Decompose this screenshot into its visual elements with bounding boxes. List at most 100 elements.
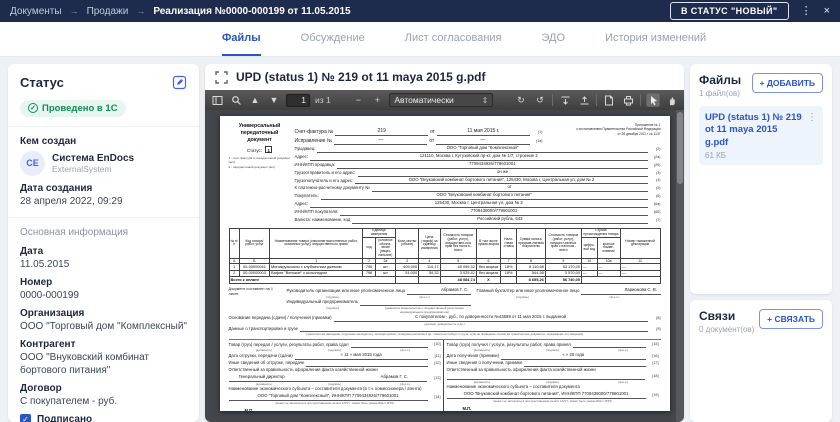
set-status-new-button[interactable]: В СТАТУС "НОВЫЙ" — [670, 2, 789, 20]
pdf-page: Универсальный передаточный документ Стат… — [220, 116, 670, 411]
upd-signatures: Документ составлен на 1 листе Руководите… — [229, 287, 661, 411]
zoom-in-icon[interactable]: + — [370, 93, 384, 107]
fit-width-icon[interactable] — [577, 93, 591, 107]
invoice-number-line: Счет-фактура № 219 от 11 мая 2015 г. (1) — [295, 127, 543, 136]
select-arrows-icon: ⇕ — [482, 96, 489, 105]
status-badge-label: Проведено в 1С — [42, 103, 118, 114]
files-count: 1 файл(ов) — [699, 89, 741, 98]
tab-approval-sheet[interactable]: Лист согласования — [405, 22, 502, 56]
viewer-scrollbar-thumb[interactable] — [677, 112, 683, 184]
close-icon[interactable]: × — [824, 6, 830, 17]
tab-bar: Файлы Обсуждение Лист согласования ЭДО И… — [0, 22, 840, 57]
file-list-item[interactable]: UPD (status 1) № 219 ot 11 maya 2015 g.p… — [699, 106, 823, 165]
seller-stamp-label: М.П. — [245, 408, 441, 411]
fit-page-icon[interactable] — [558, 93, 572, 107]
tab-history[interactable]: История изменений — [605, 22, 706, 56]
edit-icon[interactable] — [172, 75, 187, 90]
zoom-level-value: Автоматически — [394, 95, 453, 105]
signed-label: Подписано — [37, 414, 92, 422]
files-panel: Файлы 1 файл(ов) + ДОБАВИТЬ UPD (status … — [690, 64, 832, 294]
zoom-out-icon[interactable]: − — [351, 93, 365, 107]
currency-line: Валюта: наименование, кодРоссийский рубл… — [295, 216, 661, 224]
topbar-actions: В СТАТУС "НОВЫЙ" ⋮ × — [670, 2, 830, 20]
creator-name: Система EnDocs — [52, 153, 134, 164]
link-document-button[interactable]: + СВЯЗАТЬ — [759, 309, 823, 329]
field-number-value: 0000-000199 — [20, 289, 187, 302]
tab-discussion[interactable]: Обсуждение — [301, 22, 365, 56]
seller-signature-column: Товар (груз) передал / услуги, результат… — [229, 340, 443, 412]
field-contract-label: Договор — [20, 383, 187, 394]
download-icon[interactable] — [602, 93, 616, 107]
pdf-toolbar: ▲ ▼ из 1 − + Автоматически ⇕ ↻ ↺ — [205, 90, 684, 110]
field-organization-value: ООО "Торговый дом "Комплексный" — [20, 320, 187, 333]
breadcrumb-arrow-icon: → — [136, 6, 145, 16]
consignee-line: Грузополучатель и его адрес:ООО "Внуковс… — [295, 177, 661, 185]
head-signature-line: Руководитель организации или иное уполно… — [287, 287, 471, 295]
previous-page-icon[interactable]: ▲ — [248, 93, 262, 107]
tab-files[interactable]: Файлы — [222, 22, 261, 56]
upd-status-note2: 2 - передаточный документ (акт) — [229, 165, 291, 169]
buyer-inn-line: ИНН/КПП покупателя:7709439000/779601001(… — [295, 208, 661, 216]
created-date-label: Дата создания — [20, 183, 187, 194]
file-name-link[interactable]: UPD (status 1) № 219 ot 11 maya 2015 g.p… — [705, 112, 803, 149]
zoom-level-select[interactable]: Автоматически ⇕ — [389, 93, 493, 107]
viewer-scrollbar[interactable] — [676, 110, 684, 422]
breadcrumb-sales[interactable]: Продажи — [87, 6, 129, 17]
toolbar-separator — [640, 94, 641, 106]
search-icon[interactable] — [229, 93, 243, 107]
correction-line: Исправление № — от — (1а) — [295, 136, 543, 145]
upd-title-block: Универсальный передаточный документ Стат… — [229, 123, 291, 224]
app-root: Документы → Продажи → Реализация №0000-0… — [0, 0, 840, 422]
page-number-input[interactable] — [286, 94, 310, 107]
shipper-line: Грузоотправитель и его адрес:он же(3) — [295, 169, 661, 177]
print-icon[interactable] — [621, 93, 635, 107]
pdf-file-title: UPD (status 1) № 219 ot 11 maya 2015 g.p… — [236, 70, 485, 84]
files-panel-title: Файлы — [699, 73, 741, 87]
file-kebab-icon[interactable]: ⋮ — [807, 112, 817, 160]
more-menu-icon[interactable]: ⋮ — [801, 6, 812, 17]
document-info-sidebar: Статус ✓ Проведено в 1С Кем создан СЕ Си… — [8, 64, 199, 422]
upd-status-note1: 1 - счет-фактура и передаточный документ… — [229, 156, 291, 164]
text-select-cursor-icon[interactable] — [646, 93, 660, 107]
seller-inn-line: ИНН/КПП продавца:7709434926/779601001(2б… — [295, 161, 661, 169]
right-sidebar: Файлы 1 файл(ов) + ДОБАВИТЬ UPD (status … — [690, 64, 832, 422]
sidebar-toggle-icon[interactable] — [210, 93, 224, 107]
breadcrumb-documents[interactable]: Документы — [10, 6, 62, 17]
buyer-stamp-label: М.П. — [463, 406, 659, 411]
buyer-signature-column: Товар (груз) получил / услуги, результат… — [443, 340, 661, 412]
pdf-viewer-panel: UPD (status 1) № 219 ot 11 maya 2015 g.p… — [205, 64, 684, 422]
field-counterparty-value: ООО "Внуковский комбинат бортового питан… — [20, 351, 187, 377]
topbar: Документы → Продажи → Реализация №0000-0… — [0, 0, 840, 22]
next-page-icon[interactable]: ▼ — [267, 93, 281, 107]
upd-items-table: № п/п Код товара/ работ, услуг Наименова… — [229, 228, 661, 284]
signed-checkbox-row[interactable]: ✓ Подписано — [20, 414, 187, 422]
upd-appendix-note: Приложение № 1 к постановлению Правитель… — [543, 123, 661, 145]
buyer-line: Покупатель:ООО "Внуковский комбинат борт… — [295, 192, 661, 200]
upd-status-label: Статус: — [247, 148, 262, 153]
toolbar-separator — [596, 94, 597, 106]
transport-line: Данные о транспортировке и грузе [9] — [229, 326, 661, 333]
made-on-note: Документ составлен на 1 листе — [229, 287, 281, 314]
pdf-viewport[interactable]: Универсальный передаточный документ Стат… — [205, 110, 684, 422]
links-panel: Связи 0 документ(ов) + СВЯЗАТЬ — [690, 300, 832, 422]
viewer-header: UPD (status 1) № 219 ot 11 maya 2015 g.p… — [205, 64, 684, 90]
checkbox-checked-icon[interactable]: ✓ — [20, 414, 31, 422]
buyer-address-line: Адрес:125430, Москва г, Центральная ул, … — [295, 200, 661, 208]
hand-tool-icon[interactable] — [665, 93, 679, 107]
upd-doc-type: Универсальный передаточный документ — [229, 123, 291, 143]
field-date-value: 11.05.2015 — [20, 258, 187, 271]
fullscreen-icon[interactable] — [215, 71, 228, 84]
field-counterparty-label: Контрагент — [20, 339, 187, 350]
toolbar-separator — [552, 94, 553, 106]
rotate-counterclockwise-icon[interactable]: ↺ — [533, 93, 547, 107]
creator-system: ExternalSystem — [52, 164, 134, 174]
ip-signature-line: Индивидуальный предприниматель — [287, 299, 471, 306]
page-count-label: из 1 — [315, 95, 331, 105]
content-area: Статус ✓ Проведено в 1С Кем создан СЕ Си… — [0, 57, 840, 422]
tab-edo[interactable]: ЭДО — [542, 22, 566, 56]
add-file-button[interactable]: + ДОБАВИТЬ — [752, 73, 823, 93]
links-panel-title: Связи — [699, 309, 754, 323]
rotate-clockwise-icon[interactable]: ↻ — [514, 93, 528, 107]
main-info-section-title: Основная информация — [20, 227, 187, 238]
field-contract-value: С покупателем - руб. — [20, 395, 187, 408]
